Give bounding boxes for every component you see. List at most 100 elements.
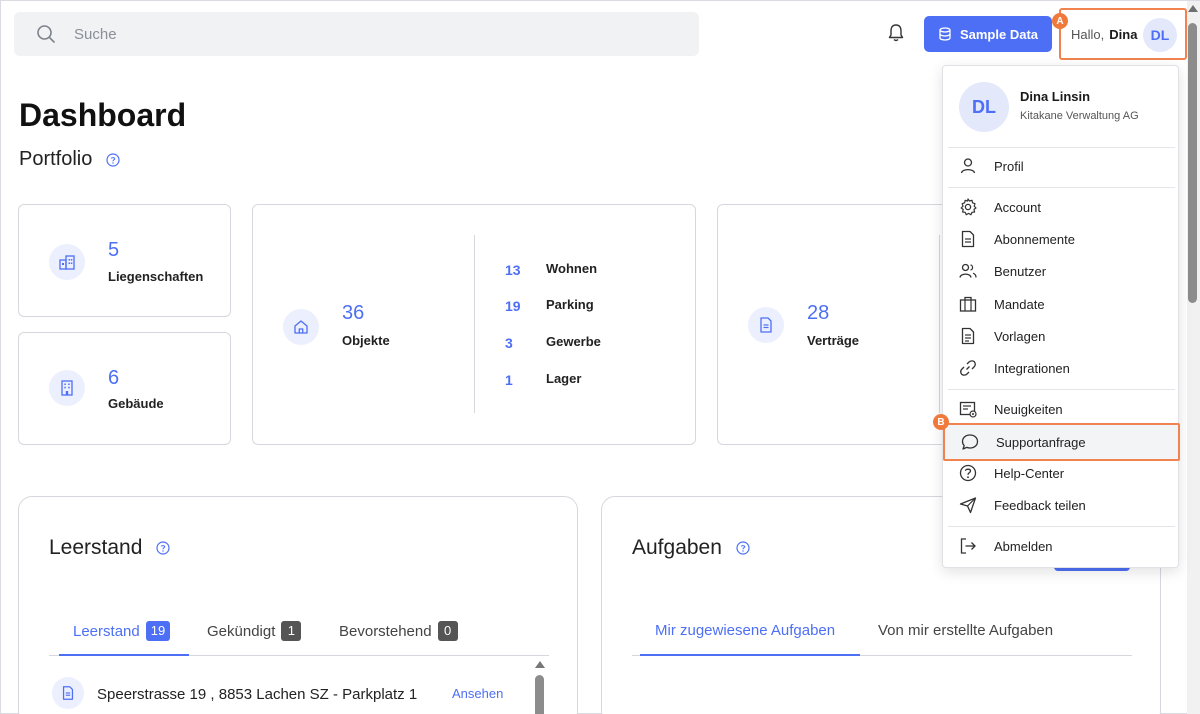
menu-item-label: Account <box>994 200 1041 215</box>
menu-item-help-center[interactable]: Help-Center <box>943 457 1180 489</box>
tab-bevorstehend[interactable]: Bevorstehend 0 <box>339 621 458 641</box>
user-company: Kitakane Verwaltung AG <box>1020 110 1139 122</box>
app-window: Sample Data Hallo, Dina DL A Dashboard P… <box>0 0 1200 714</box>
tab-label: Von mir erstellte Aufgaben <box>878 622 1054 639</box>
menu-item-profil[interactable]: Profil <box>943 150 1180 182</box>
view-link[interactable]: Ansehen <box>452 686 503 701</box>
database-icon <box>939 27 951 41</box>
menu-item-label: Feedback teilen <box>994 498 1086 513</box>
annotation-marker-a: A <box>1052 13 1068 29</box>
aufgaben-heading: Aufgaben <box>632 536 750 560</box>
scroll-thumb[interactable] <box>535 675 544 714</box>
top-bar: Sample Data Hallo, Dina DL A <box>1 1 1187 67</box>
list-item[interactable]: Speerstrasse 19 , 8853 Lachen SZ - Parkp… <box>49 677 529 713</box>
sample-data-label: Sample Data <box>959 26 1039 42</box>
tab-assigned-tasks[interactable]: Mir zugewiesene Aufgaben <box>655 622 835 639</box>
menu-item-supportanfrage[interactable]: Supportanfrage <box>943 423 1180 461</box>
list-scrollbar[interactable] <box>533 659 545 714</box>
document-icon <box>961 230 975 248</box>
gear-icon <box>960 198 977 216</box>
leerstand-panel: Leerstand Leerstand 19 Gekündigt 1 Bevor… <box>18 496 578 714</box>
menu-divider <box>948 389 1175 390</box>
menu-item-abmelden[interactable]: Abmelden <box>943 530 1180 562</box>
buildings-icon <box>49 244 85 280</box>
liegenschaften-count: 5 <box>108 239 120 261</box>
scroll-up-arrow[interactable] <box>535 661 545 668</box>
count-badge: 19 <box>145 621 171 641</box>
menu-item-label: Integrationen <box>994 361 1070 376</box>
parking-label: Parking <box>546 297 594 312</box>
user-menu-toggle[interactable]: Hallo, Dina DL <box>1059 8 1187 60</box>
active-tab-indicator <box>640 654 860 656</box>
menu-item-label: Mandate <box>994 297 1045 312</box>
building-icon <box>49 370 85 406</box>
menu-divider <box>948 187 1175 188</box>
document-icon <box>52 677 84 709</box>
count-badge: 0 <box>437 621 458 641</box>
gebaeude-label: Gebäude <box>108 396 164 411</box>
menu-divider <box>948 526 1175 527</box>
menu-item-label: Abonnemente <box>994 232 1075 247</box>
menu-item-label: Benutzer <box>994 264 1047 279</box>
lager-label: Lager <box>546 371 582 386</box>
menu-item-label: Supportanfrage <box>996 435 1086 450</box>
logout-icon <box>960 538 976 554</box>
tab-gekuendigt[interactable]: Gekündigt 1 <box>207 621 302 641</box>
scroll-thumb[interactable] <box>1188 23 1197 303</box>
divider <box>939 235 940 413</box>
search-input[interactable] <box>74 25 674 43</box>
news-icon <box>959 401 977 418</box>
link-icon <box>960 360 976 376</box>
send-icon <box>959 497 977 514</box>
menu-item-label: Profil <box>994 159 1024 174</box>
menu-divider <box>948 147 1175 148</box>
template-icon <box>961 327 975 345</box>
gebaeude-card[interactable]: 6 Gebäude <box>18 332 231 445</box>
menu-item-abonnemente[interactable]: Abonnemente <box>943 223 1180 255</box>
tab-leerstand[interactable]: Leerstand 19 <box>73 621 171 641</box>
user-icon <box>960 158 976 174</box>
lager-count: 1 <box>505 372 513 388</box>
user-dropdown-menu: DL Dina Linsin Kitakane Verwaltung AG Pr… <box>942 65 1180 568</box>
menu-item-integrationen[interactable]: Integrationen <box>943 352 1180 384</box>
page-title: Dashboard <box>19 97 187 133</box>
tab-created-tasks[interactable]: Von mir erstellte Aufgaben <box>878 622 1053 639</box>
portfolio-label: Portfolio <box>19 148 93 170</box>
scroll-up-arrow[interactable] <box>1188 5 1198 12</box>
tab-label: Mir zugewiesene Aufgaben <box>655 622 836 639</box>
leerstand-title: Leerstand <box>49 536 143 559</box>
gewerbe-label: Gewerbe <box>546 334 601 349</box>
avatar: DL <box>959 82 1009 132</box>
greeting-text: Hallo, <box>1071 26 1105 42</box>
wohnen-label: Wohnen <box>546 261 598 276</box>
parking-count: 19 <box>505 298 521 314</box>
objekte-count: 36 <box>342 302 365 324</box>
tab-label: Gekündigt <box>207 622 276 640</box>
list-item-address: Speerstrasse 19 , 8853 Lachen SZ - Parkp… <box>97 686 418 703</box>
vertraege-count: 28 <box>807 302 830 324</box>
help-circle-icon[interactable] <box>106 152 120 167</box>
menu-item-feedback[interactable]: Feedback teilen <box>943 489 1180 521</box>
menu-item-mandate[interactable]: Mandate <box>943 288 1180 320</box>
menu-item-neuigkeiten[interactable]: Neuigkeiten <box>943 393 1180 425</box>
menu-item-account[interactable]: Account <box>943 191 1180 223</box>
objekte-card[interactable]: 36 Objekte 13 Wohnen 19 Parking 3 Gewerb… <box>252 204 696 445</box>
liegenschaften-card[interactable]: 5 Liegenschaften <box>18 204 231 317</box>
briefcase-icon <box>959 296 977 312</box>
avatar[interactable]: DL <box>1143 18 1177 52</box>
menu-item-label: Vorlagen <box>994 329 1046 344</box>
search-bar[interactable] <box>14 12 699 56</box>
tab-label: Bevorstehend <box>339 622 432 640</box>
contract-icon <box>748 307 784 343</box>
tab-label: Leerstand <box>73 622 140 640</box>
wohnen-count: 13 <box>505 262 521 278</box>
sample-data-button[interactable]: Sample Data <box>924 16 1052 52</box>
help-circle-icon[interactable] <box>156 541 171 555</box>
bell-icon[interactable] <box>885 22 907 44</box>
menu-item-vorlagen[interactable]: Vorlagen <box>943 320 1180 352</box>
divider <box>474 235 475 413</box>
leerstand-heading: Leerstand <box>49 536 171 560</box>
active-tab-indicator <box>59 654 189 656</box>
menu-item-benutzer[interactable]: Benutzer <box>943 255 1180 287</box>
help-circle-icon[interactable] <box>736 541 750 555</box>
